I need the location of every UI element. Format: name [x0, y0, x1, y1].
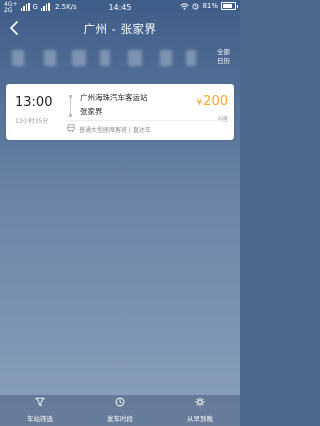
sort-early-to-late-tab[interactable]: 从早到晚	[160, 397, 240, 425]
date-cell[interactable]	[128, 50, 142, 66]
date-cell[interactable]	[44, 50, 56, 66]
sort-early-to-late-label: 从早到晚	[187, 415, 213, 423]
date-cell[interactable]	[12, 50, 24, 66]
all-dates-button[interactable]: 全部 日历	[217, 48, 230, 66]
battery-level-fill	[223, 4, 232, 8]
status-bar: 4G+ 2G G 2.5K/s 14:45 81%	[0, 0, 240, 16]
bus-icon	[67, 124, 75, 132]
date-cell[interactable]	[160, 50, 172, 66]
clock-icon	[115, 397, 125, 407]
page-title: 广州 - 张家界	[83, 22, 157, 36]
station-filter-tab[interactable]: 车站筛选	[0, 397, 80, 425]
filter-icon	[35, 397, 45, 407]
departure-time: 13:00	[15, 95, 53, 110]
wifi-icon	[180, 2, 190, 10]
all-dates-line2: 日历	[217, 57, 230, 65]
gear-icon	[195, 397, 205, 407]
all-dates-line1: 全部	[217, 48, 230, 56]
battery-icon	[221, 2, 238, 10]
card-divider	[66, 120, 228, 121]
date-strip[interactable]: 全部 日历	[0, 42, 240, 74]
from-station: 广州海珠汽车客运站	[80, 93, 148, 102]
route-line-icon	[69, 95, 72, 117]
date-cell[interactable]	[72, 50, 86, 66]
date-cell[interactable]	[100, 50, 110, 66]
bottom-bar: 车站筛选 发车时段 从早到晚	[0, 395, 240, 426]
price-value: 200	[203, 94, 228, 109]
header: 广州 - 张家界	[0, 16, 240, 42]
to-station: 张家界	[80, 107, 103, 116]
alarm-icon	[192, 2, 199, 10]
departure-period-tab[interactable]: 发车时段	[80, 397, 160, 425]
battery-percent: 81%	[202, 2, 218, 10]
ticket-card[interactable]: 13:00 13小时35分 广州海珠汽车客运站 张家界 ¥200 6座 普通大型…	[6, 84, 234, 140]
bus-type-info: 普通大型座席客班 | 直达车	[79, 127, 151, 134]
screen: 4G+ 2G G 2.5K/s 14:45 81% 广州 - 张家界 全部 日历…	[0, 0, 240, 426]
status-right: 81%	[180, 2, 238, 10]
date-cell[interactable]	[186, 50, 196, 66]
ticket-price: ¥200	[196, 94, 228, 109]
station-filter-label: 车站筛选	[27, 415, 53, 423]
currency-symbol: ¥	[196, 98, 203, 108]
seats-left: 6座	[218, 114, 228, 123]
departure-period-label: 发车时段	[107, 415, 133, 423]
trip-duration: 13小时35分	[15, 118, 49, 125]
